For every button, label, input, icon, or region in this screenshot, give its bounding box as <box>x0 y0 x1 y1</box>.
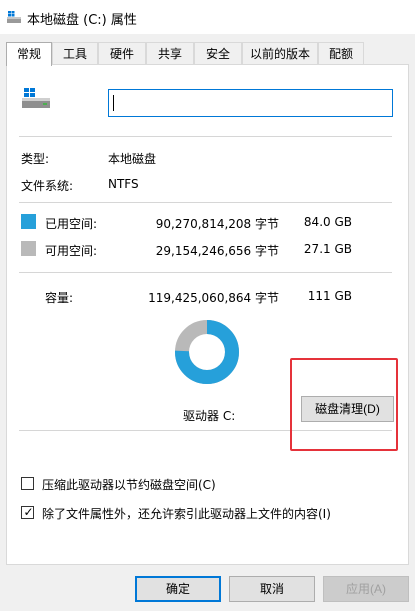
tab-hardware[interactable]: 硬件 <box>98 42 146 64</box>
properties-window: 本地磁盘 (C:) 属性 常规 工具 硬件 共享 安全 以前的版本 配额 类型:… <box>0 0 415 611</box>
drive-large-icon <box>22 88 50 108</box>
separator <box>19 136 392 137</box>
free-space-label: 可用空间: <box>45 244 98 258</box>
free-space-size: 27.1 GB <box>303 242 352 256</box>
type-label: 类型: <box>21 152 50 166</box>
general-tab-panel: 类型: 本地磁盘 文件系统: NTFS 已用空间: 90,270,814,208… <box>6 64 409 565</box>
cancel-button[interactable]: 取消 <box>229 576 315 602</box>
tab-security[interactable]: 安全 <box>194 42 242 64</box>
index-label: 除了文件属性外，还允许索引此驱动器上文件的内容(I) <box>42 507 331 521</box>
separator <box>19 202 392 203</box>
drive-letter-label: 驱动器 C: <box>183 409 236 423</box>
separator <box>19 272 392 273</box>
disk-usage-donut <box>175 320 239 384</box>
type-value: 本地磁盘 <box>108 152 157 166</box>
free-space-bytes: 29,154,246,656 字节 <box>155 244 279 258</box>
tab-quota[interactable]: 配额 <box>318 42 364 64</box>
text-caret <box>113 95 114 111</box>
tab-tools[interactable]: 工具 <box>52 42 98 64</box>
used-space-label: 已用空间: <box>45 217 98 231</box>
window-title: 本地磁盘 (C:) 属性 <box>27 13 137 28</box>
used-space-size: 84.0 GB <box>303 215 352 229</box>
apply-button[interactable]: 应用(A) <box>323 576 409 602</box>
checkmark-icon: ✓ <box>23 505 34 519</box>
free-space-swatch <box>21 241 36 256</box>
filesystem-label: 文件系统: <box>21 179 74 193</box>
compress-label: 压缩此驱动器以节约磁盘空间(C) <box>42 478 216 492</box>
tab-sharing[interactable]: 共享 <box>146 42 194 64</box>
compress-checkbox[interactable] <box>21 477 34 490</box>
tab-previous-versions[interactable]: 以前的版本 <box>242 42 318 64</box>
title-bar[interactable]: 本地磁盘 (C:) 属性 <box>0 0 415 34</box>
used-space-bytes: 90,270,814,208 字节 <box>155 217 279 231</box>
drive-name-input[interactable] <box>108 89 393 117</box>
index-checkbox[interactable]: ✓ <box>21 505 34 519</box>
drive-icon <box>7 11 21 23</box>
capacity-bytes: 119,425,060,864 字节 <box>148 291 279 305</box>
highlight-annotation <box>290 358 398 451</box>
capacity-label: 容量: <box>45 291 74 305</box>
capacity-size: 111 GB <box>307 289 352 303</box>
filesystem-value: NTFS <box>108 177 139 191</box>
tab-general[interactable]: 常规 <box>6 42 52 66</box>
ok-button[interactable]: 确定 <box>135 576 221 602</box>
used-space-swatch <box>21 214 36 229</box>
